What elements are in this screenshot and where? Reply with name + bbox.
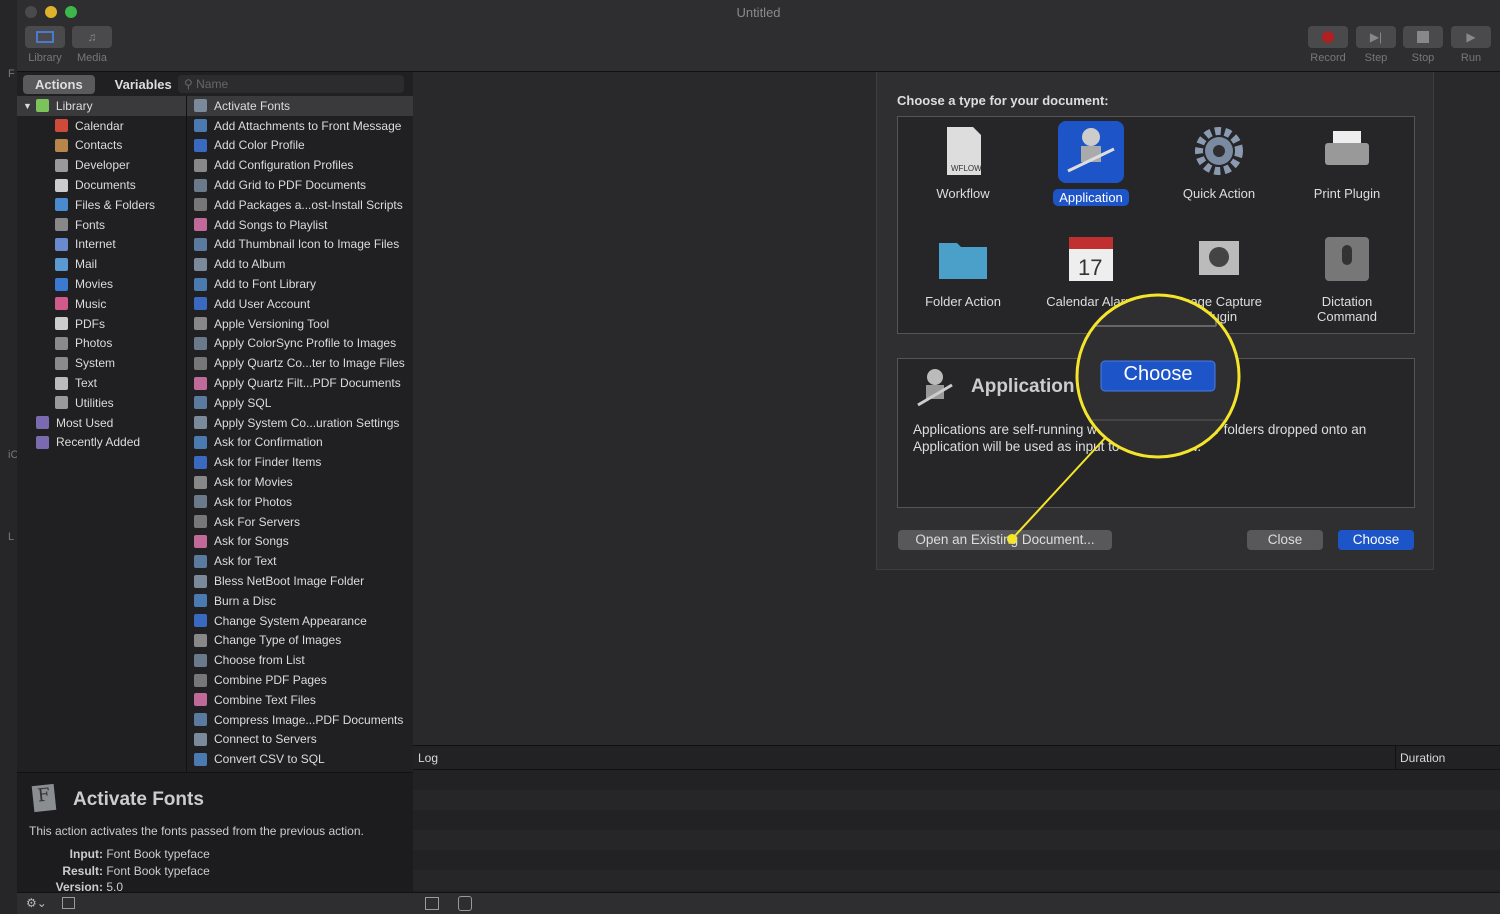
callout-choose-label: Choose bbox=[1123, 363, 1193, 385]
callout-overlay bbox=[1007, 293, 1241, 544]
